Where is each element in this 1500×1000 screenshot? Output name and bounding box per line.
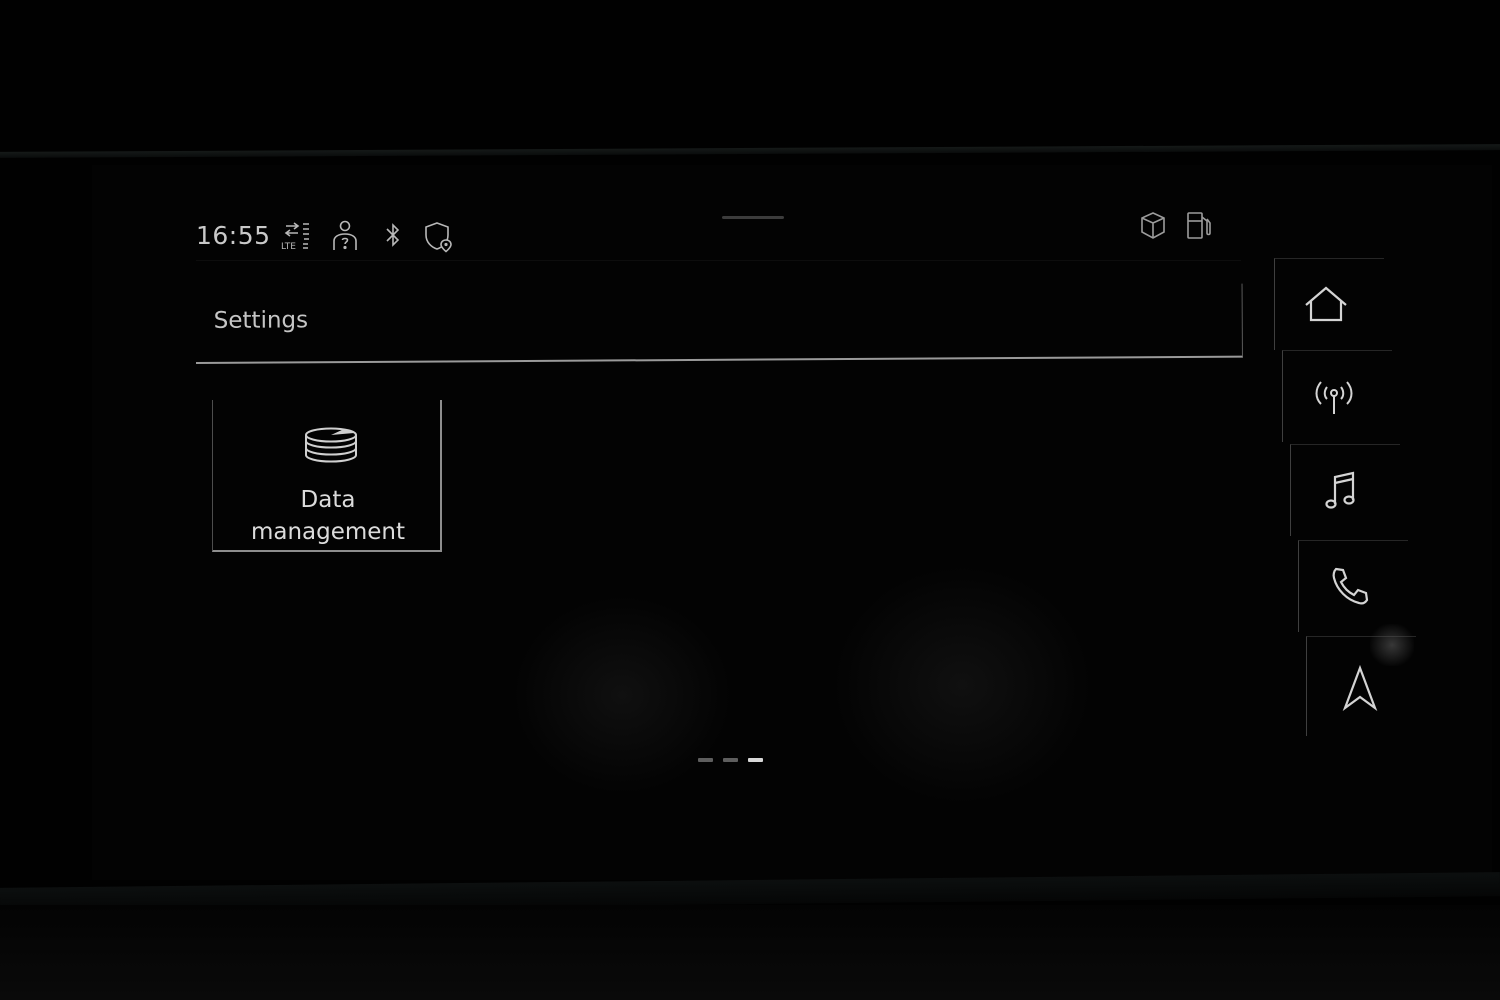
glass-reflection <box>512 595 732 795</box>
infotainment-scene: 16:55 LTE Settings Data management <box>0 0 1500 1000</box>
svg-text:LTE: LTE <box>281 242 296 252</box>
settings-header: Settings <box>195 283 1243 364</box>
car-box-icon <box>1136 209 1170 243</box>
nav-phone-button[interactable] <box>1298 540 1408 632</box>
lte-signal-icon: LTE <box>280 219 314 253</box>
page-indicator[interactable] <box>698 758 763 762</box>
pull-down-handle[interactable] <box>722 216 784 219</box>
status-bar: 16:55 LTE <box>196 205 1241 261</box>
tile-label: Data management <box>213 484 443 548</box>
database-icon <box>303 426 359 470</box>
glare-spot <box>1370 624 1414 666</box>
fuel-pump-icon <box>1183 209 1217 243</box>
privacy-location-icon <box>422 219 456 253</box>
nav-radio-button[interactable] <box>1282 350 1392 442</box>
page-dot-2[interactable] <box>723 758 738 762</box>
user-profile-icon <box>328 219 362 253</box>
clock-time: 16:55 <box>196 221 271 250</box>
music-icon <box>1325 471 1355 509</box>
glass-reflection <box>832 565 1092 805</box>
tile-label-line1: Data <box>300 487 356 513</box>
phone-icon <box>1332 567 1369 605</box>
tile-label-line2: management <box>250 519 406 545</box>
page-dot-3-active[interactable] <box>748 758 763 762</box>
home-icon <box>1305 286 1347 322</box>
page-title: Settings <box>213 307 309 334</box>
nav-media-button[interactable] <box>1290 444 1400 536</box>
navigation-icon <box>1342 665 1378 711</box>
console-trim <box>0 905 1500 1000</box>
radio-icon <box>1315 381 1353 414</box>
bluetooth-icon <box>376 219 410 253</box>
data-management-tile[interactable]: Data management <box>212 400 442 552</box>
bezel-top-edge <box>0 144 1500 158</box>
nav-home-button[interactable] <box>1274 258 1384 350</box>
page-dot-1[interactable] <box>698 758 713 762</box>
